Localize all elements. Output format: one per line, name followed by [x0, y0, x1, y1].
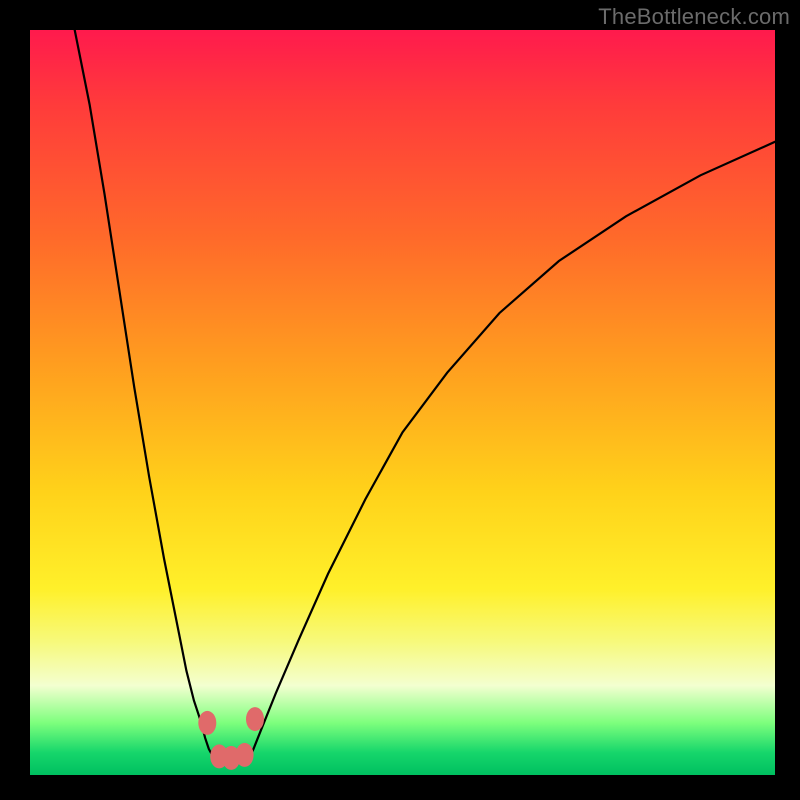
outer-frame: TheBottleneck.com	[0, 0, 800, 800]
curve-right-branch	[250, 142, 775, 757]
curve-svg	[30, 30, 775, 775]
plot-area	[30, 30, 775, 775]
marker-dot	[236, 743, 254, 767]
marker-dot	[198, 711, 216, 735]
marker-dot	[246, 707, 264, 731]
marker-group	[198, 707, 264, 770]
curve-left-branch	[75, 30, 214, 757]
watermark-text: TheBottleneck.com	[598, 4, 790, 30]
